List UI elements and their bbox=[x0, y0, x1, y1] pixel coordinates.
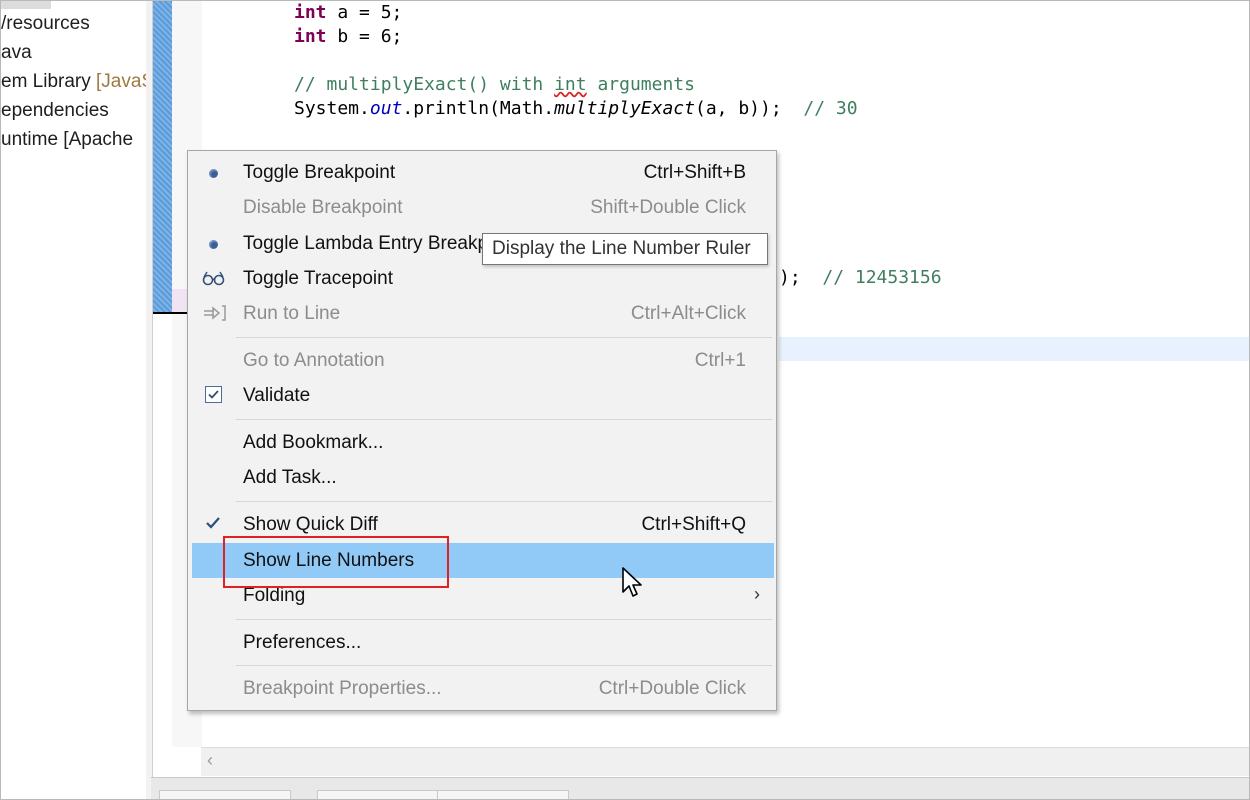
menu-separator bbox=[236, 419, 772, 420]
tree-item-java[interactable]: ava bbox=[1, 40, 32, 66]
selection-remnant bbox=[1, 1, 51, 9]
menu-item-disable-breakpoint[interactable]: Disable Breakpoint Shift+Double Click bbox=[192, 191, 774, 223]
tooltip: Display the Line Number Ruler bbox=[482, 233, 768, 265]
scroll-left-icon[interactable]: ‹ bbox=[207, 750, 213, 771]
menu-separator bbox=[236, 337, 772, 338]
menu-item-preferences[interactable]: Preferences... bbox=[192, 626, 774, 658]
code-line-int-b[interactable]: int b = 6; bbox=[294, 25, 402, 49]
view-divider[interactable] bbox=[146, 1, 153, 799]
tree-item-dependencies[interactable]: ependencies bbox=[1, 98, 109, 124]
tree-item-resources[interactable]: /resources bbox=[1, 11, 90, 37]
current-line-highlight bbox=[779, 337, 1249, 361]
tree-item-system-library[interactable]: em Library [JavaS bbox=[1, 69, 146, 95]
code-line-println[interactable]: System.out.println(Math.multiplyExact(a,… bbox=[294, 97, 858, 121]
menu-item-add-task[interactable]: Add Task... bbox=[192, 461, 774, 493]
menu-item-breakpoint-properties[interactable]: Breakpoint Properties... Ctrl+Double Cli… bbox=[192, 672, 774, 704]
tree-item-runtime[interactable]: untime [Apache bbox=[1, 127, 133, 153]
package-explorer: /resources ava em Library [JavaS ependen… bbox=[1, 1, 147, 799]
checkbox-icon bbox=[202, 385, 224, 405]
code-line-int-a[interactable]: int a = 5; bbox=[294, 1, 402, 25]
bottom-panel-tabs bbox=[151, 777, 1249, 799]
glasses-icon bbox=[202, 268, 225, 288]
mouse-cursor-icon bbox=[622, 567, 642, 597]
menu-item-toggle-breakpoint[interactable]: Toggle Breakpoint Ctrl+Shift+B bbox=[192, 156, 774, 188]
submenu-arrow-icon: › bbox=[754, 584, 760, 604]
breakpoint-dot-icon bbox=[202, 162, 224, 182]
menu-separator bbox=[236, 665, 772, 666]
breakpoint-dot-icon bbox=[202, 233, 224, 253]
menu-separator bbox=[236, 501, 772, 502]
menu-item-run-to-line[interactable]: Run to Line Ctrl+Alt+Click bbox=[192, 297, 774, 329]
jre-decoration: [JavaS bbox=[96, 71, 146, 92]
code-comment-multiply[interactable]: // multiplyExact() with int arguments bbox=[294, 73, 695, 97]
ide-window: /resources ava em Library [JavaS ependen… bbox=[0, 0, 1250, 800]
tab-problems[interactable] bbox=[159, 790, 291, 799]
quick-diff-ruler[interactable] bbox=[153, 1, 172, 313]
ruler-deletion-marker bbox=[153, 312, 191, 314]
tab-declaration[interactable] bbox=[437, 790, 569, 799]
checkmark-icon bbox=[202, 514, 224, 534]
menu-separator bbox=[236, 619, 772, 620]
menu-item-validate[interactable]: Validate bbox=[192, 379, 774, 411]
horizontal-scrollbar[interactable]: ‹ bbox=[201, 747, 1249, 776]
code-line-partial[interactable]: ); // 12453156 bbox=[779, 266, 942, 290]
tab-javadoc[interactable] bbox=[317, 790, 449, 799]
menu-item-add-bookmark[interactable]: Add Bookmark... bbox=[192, 426, 774, 458]
menu-item-go-to-annotation[interactable]: Go to Annotation Ctrl+1 bbox=[192, 344, 774, 376]
menu-item-toggle-tracepoint[interactable]: Toggle Tracepoint bbox=[192, 262, 774, 294]
run-to-line-icon bbox=[202, 303, 226, 323]
annotation-highlight-box bbox=[223, 536, 449, 588]
